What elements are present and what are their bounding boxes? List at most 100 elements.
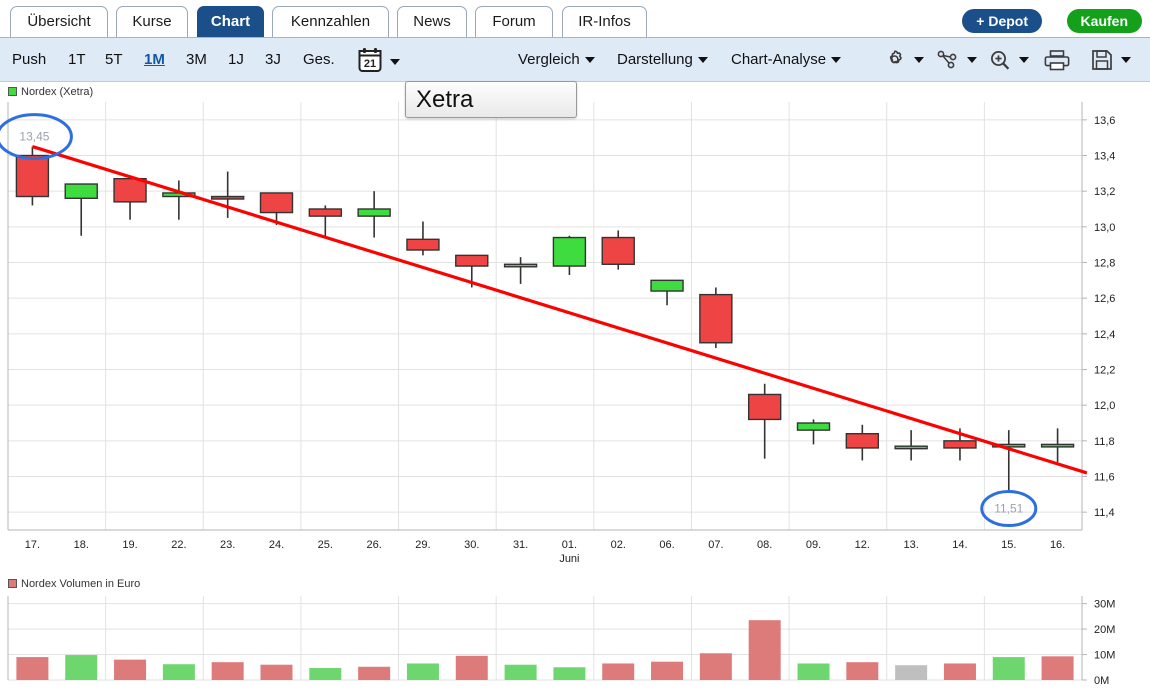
price-x-tick: 17.: [25, 539, 40, 551]
price-x-tick: 25.: [318, 539, 333, 551]
volume-y-tick: 20M: [1094, 624, 1115, 636]
tab-forum[interactable]: Forum: [475, 6, 553, 37]
volume-bar[interactable]: [699, 653, 732, 680]
exchange-selector[interactable]: Xetra: [405, 81, 577, 118]
indicator-caret-icon[interactable]: [967, 57, 977, 63]
chart-toolbar: Push 1T 5T 1M 3M 1J 3J Ges. 21 Vergleich…: [0, 38, 1150, 118]
volume-bar[interactable]: [162, 664, 195, 680]
candlestick[interactable]: [552, 235, 587, 275]
volume-bar[interactable]: [602, 663, 635, 680]
volume-legend-label: Nordex Volumen in Euro: [21, 578, 141, 590]
volume-y-tick: 10M: [1094, 650, 1115, 662]
menu-chart-analyse-label: Chart-Analyse: [731, 51, 827, 68]
volume-bar[interactable]: [943, 663, 976, 680]
chevron-down-icon: [831, 57, 842, 64]
volume-bar[interactable]: [651, 661, 684, 680]
volume-bar[interactable]: [797, 663, 830, 680]
range-3m[interactable]: 3M: [186, 38, 207, 82]
volume-bar[interactable]: [16, 657, 49, 680]
menu-chart-analyse[interactable]: Chart-Analyse: [731, 38, 842, 82]
save-caret-icon[interactable]: [1121, 57, 1131, 63]
candlestick[interactable]: [601, 230, 635, 270]
zoom-in-icon[interactable]: [988, 48, 1012, 72]
tab-news[interactable]: News: [397, 6, 467, 37]
price-x-tick: 18.: [74, 539, 89, 551]
volume-bar[interactable]: [553, 667, 586, 680]
price-chart-legend: Nordex (Xetra): [8, 86, 93, 98]
volume-bar[interactable]: [895, 665, 928, 680]
volume-bar[interactable]: [406, 663, 439, 680]
candlestick[interactable]: [992, 430, 1026, 493]
range-push[interactable]: Push: [12, 38, 46, 82]
tab-kurse[interactable]: Kurse: [116, 6, 188, 37]
range-1t[interactable]: 1T: [68, 38, 86, 82]
tab-kennzahlen[interactable]: Kennzahlen: [272, 6, 389, 37]
volume-bar[interactable]: [504, 664, 537, 680]
volume-bar[interactable]: [748, 620, 781, 680]
price-x-tick: 29.: [415, 539, 430, 551]
volume-bar[interactable]: [309, 668, 342, 680]
volume-bar[interactable]: [455, 655, 488, 680]
volume-bar[interactable]: [992, 657, 1025, 680]
price-x-tick: 07.: [708, 539, 723, 551]
price-x-tick: 01.: [562, 539, 577, 551]
price-x-tick: 09.: [806, 539, 821, 551]
calendar-21-icon[interactable]: 21: [358, 47, 382, 73]
candlestick[interactable]: [894, 430, 928, 461]
candlestick[interactable]: [650, 279, 684, 306]
volume-bar[interactable]: [846, 662, 879, 680]
volume-bar[interactable]: [211, 662, 244, 680]
price-y-tick: 12,6: [1094, 293, 1115, 305]
range-ges[interactable]: Ges.: [303, 38, 335, 82]
candlestick[interactable]: [15, 146, 50, 206]
zoom-caret-icon[interactable]: [1019, 57, 1029, 63]
range-5t[interactable]: 5T: [105, 38, 123, 82]
chart-page: Übersicht Kurse Chart Kennzahlen News Fo…: [0, 0, 1150, 690]
range-1m[interactable]: 1M: [144, 38, 165, 82]
gear-caret-icon[interactable]: [914, 57, 924, 63]
volume-chart[interactable]: 30M 20M 10M 0M: [0, 592, 1150, 690]
save-floppy-icon[interactable]: [1090, 48, 1114, 72]
candlestick[interactable]: [162, 180, 196, 220]
volume-bar[interactable]: [1041, 656, 1074, 680]
trendline[interactable]: [31, 145, 1088, 475]
add-to-depot-button[interactable]: + Depot: [962, 9, 1042, 33]
candlestick[interactable]: [1040, 428, 1075, 463]
volume-y-tick: 0M: [1094, 675, 1109, 687]
candlestick[interactable]: [747, 383, 782, 459]
price-x-tick: 24.: [269, 539, 284, 551]
svg-text:21: 21: [364, 58, 376, 70]
tab-chart[interactable]: Chart: [197, 6, 264, 37]
candlestick[interactable]: [845, 424, 880, 461]
volume-bar[interactable]: [358, 666, 391, 680]
price-x-tick: 13.: [903, 539, 918, 551]
menu-darstellung[interactable]: Darstellung: [617, 38, 708, 82]
candlestick[interactable]: [357, 191, 391, 238]
menu-vergleich[interactable]: Vergleich: [518, 38, 595, 82]
candlestick[interactable]: [699, 287, 733, 349]
price-x-tick: 08.: [757, 539, 772, 551]
menu-vergleich-label: Vergleich: [518, 51, 580, 68]
candlestick[interactable]: [64, 183, 98, 236]
chart-annotation[interactable]: 13,45: [0, 113, 73, 161]
price-x-tick: 15.: [1001, 539, 1016, 551]
printer-icon[interactable]: [1044, 48, 1070, 72]
gear-icon[interactable]: [883, 48, 907, 72]
candlestick[interactable]: [113, 177, 147, 220]
price-x-tick: 12.: [855, 539, 870, 551]
range-3j[interactable]: 3J: [265, 38, 281, 82]
calendar-caret-icon[interactable]: [390, 59, 400, 65]
price-chart[interactable]: 13,6 13,4 13,2 13,0 12,8 12,6 12,4 12,2 12,0 11,8…: [0, 98, 1150, 568]
indicator-nodes-icon[interactable]: [936, 48, 960, 72]
tab-uebersicht[interactable]: Übersicht: [10, 6, 108, 37]
volume-bar[interactable]: [65, 655, 98, 680]
volume-bar[interactable]: [260, 664, 293, 680]
price-y-tick: 13,2: [1094, 186, 1115, 198]
range-1j[interactable]: 1J: [228, 38, 244, 82]
buy-button[interactable]: Kaufen: [1066, 9, 1142, 33]
chart-annotation[interactable]: 11,51: [980, 490, 1038, 528]
volume-bar[interactable]: [114, 659, 147, 680]
tab-ir-infos[interactable]: IR-Infos: [562, 6, 647, 37]
x-axis-month-label: Juni: [559, 553, 579, 565]
candlestick[interactable]: [503, 257, 538, 284]
